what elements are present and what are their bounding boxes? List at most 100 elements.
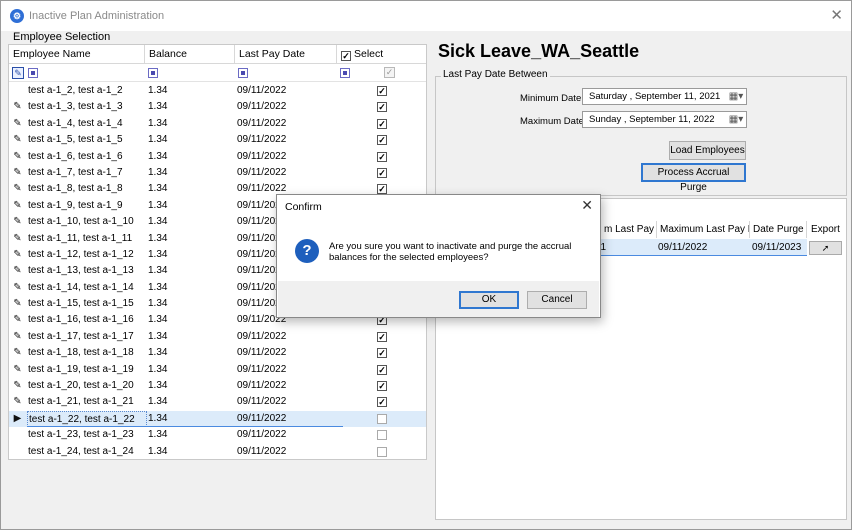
employee-name-cell[interactable]: test a-1_16, test a-1_16 — [27, 312, 147, 328]
table-row[interactable]: ▶ test a-1_22, test a-1_22 1.34 09/11/2022 — [9, 410, 426, 428]
column-header-min-last-pay-date[interactable]: m Last Pay D — [601, 221, 657, 238]
select-checkbox[interactable]: ✓ — [377, 118, 387, 129]
load-employees-button[interactable]: Load Employees — [669, 141, 746, 160]
export-icon[interactable]: ➚ — [809, 241, 842, 255]
last-pay-date-cell[interactable]: 09/11/2022 — [237, 149, 337, 165]
employee-name-cell[interactable]: test a-1_5, test a-1_5 — [27, 132, 147, 148]
balance-cell[interactable]: 1.34 — [148, 296, 238, 312]
select-checkbox[interactable]: ✓ — [377, 348, 387, 359]
balance-cell[interactable]: 1.34 — [148, 394, 238, 410]
filter-select-icon[interactable] — [340, 68, 350, 78]
employee-name-cell[interactable]: test a-1_2, test a-1_2 — [27, 83, 147, 99]
balance-cell[interactable]: 1.34 — [148, 83, 238, 99]
select-checkbox[interactable]: ✓ — [377, 135, 387, 146]
select-checkbox[interactable]: ✓ — [377, 381, 387, 392]
process-accrual-purge-button[interactable]: Process Accrual Purge — [641, 163, 746, 193]
employee-name-cell[interactable]: test a-1_6, test a-1_6 — [27, 149, 147, 165]
column-header-employee-name[interactable]: Employee Name — [9, 45, 145, 64]
table-row[interactable]: test a-1_2, test a-1_2 1.34 09/11/2022 ✓ — [9, 83, 426, 99]
balance-cell[interactable]: 1.34 — [148, 214, 238, 230]
last-pay-date-cell[interactable]: 09/11/2022 — [237, 427, 337, 443]
employee-name-cell[interactable]: test a-1_9, test a-1_9 — [27, 198, 147, 214]
table-row[interactable]: ✎ test a-1_3, test a-1_3 1.34 09/11/2022 ✓ — [9, 99, 426, 115]
employee-name-cell[interactable]: test a-1_23, test a-1_23 — [27, 427, 147, 443]
balance-cell[interactable]: 1.34 — [148, 444, 238, 459]
employee-name-cell[interactable]: test a-1_17, test a-1_17 — [27, 329, 147, 345]
column-header-select[interactable]: ✓ Select — [337, 45, 426, 64]
balance-cell[interactable]: 1.34 — [148, 263, 238, 279]
filter-date-icon[interactable] — [238, 68, 248, 78]
balance-cell[interactable]: 1.34 — [148, 427, 238, 443]
select-checkbox[interactable]: ✓ — [377, 151, 387, 162]
employee-name-cell[interactable]: test a-1_15, test a-1_15 — [27, 296, 147, 312]
table-row[interactable]: ✎ test a-1_17, test a-1_17 1.34 09/11/2022 ✓ — [9, 329, 426, 345]
table-row[interactable]: ✎ test a-1_5, test a-1_5 1.34 09/11/2022 ✓ — [9, 132, 426, 148]
last-pay-date-cell[interactable]: 09/11/2022 — [237, 99, 337, 115]
balance-cell[interactable]: 1.34 — [148, 411, 238, 427]
balance-cell[interactable]: 1.34 — [148, 329, 238, 345]
minimum-date-picker[interactable]: Saturday , September 11, 2021 ▦▾ — [582, 88, 747, 105]
balance-cell[interactable]: 1.34 — [148, 149, 238, 165]
balance-cell[interactable]: 1.34 — [148, 378, 238, 394]
purge-grid-row[interactable]: 21 09/11/2022 09/11/2023 — [591, 239, 807, 256]
select-checkbox[interactable]: ✓ — [377, 397, 387, 408]
balance-cell[interactable]: 1.34 — [148, 231, 238, 247]
column-header-last-pay-date[interactable]: Last Pay Date — [235, 45, 337, 64]
table-row[interactable]: ✎ test a-1_6, test a-1_6 1.34 09/11/2022 ✓ — [9, 149, 426, 165]
table-row[interactable]: ✎ test a-1_20, test a-1_20 1.34 09/11/2022 ✓ — [9, 378, 426, 394]
calendar-dropdown-icon[interactable]: ▦▾ — [728, 90, 744, 103]
table-row[interactable]: test a-1_24, test a-1_24 1.34 09/11/2022 — [9, 444, 426, 459]
select-checkbox[interactable]: ✓ — [377, 167, 387, 178]
last-pay-date-cell[interactable]: 09/11/2022 — [237, 378, 337, 394]
balance-cell[interactable]: 1.34 — [148, 181, 238, 197]
last-pay-date-cell[interactable]: 09/11/2022 — [237, 394, 337, 410]
employee-name-cell[interactable]: test a-1_22, test a-1_22 — [27, 410, 147, 428]
select-checkbox[interactable] — [377, 413, 387, 424]
employee-name-cell[interactable]: test a-1_14, test a-1_14 — [27, 280, 147, 296]
filter-balance-icon[interactable] — [148, 68, 158, 78]
last-pay-date-cell[interactable]: 09/11/2022 — [237, 132, 337, 148]
close-icon[interactable]: ✕ — [581, 197, 593, 214]
close-icon[interactable]: ✕ — [830, 6, 843, 24]
balance-cell[interactable]: 1.34 — [148, 345, 238, 361]
table-row[interactable]: ✎ test a-1_19, test a-1_19 1.34 09/11/2022 ✓ — [9, 362, 426, 378]
employee-name-cell[interactable]: test a-1_20, test a-1_20 — [27, 378, 147, 394]
table-row[interactable]: ✎ test a-1_21, test a-1_21 1.34 09/11/2022 ✓ — [9, 394, 426, 410]
balance-cell[interactable]: 1.34 — [148, 165, 238, 181]
filter-select-checkbox[interactable]: ✓ — [384, 67, 395, 78]
select-checkbox[interactable]: ✓ — [377, 102, 387, 113]
employee-name-cell[interactable]: test a-1_3, test a-1_3 — [27, 99, 147, 115]
select-checkbox[interactable]: ✓ — [377, 364, 387, 375]
filter-name-icon[interactable] — [28, 68, 38, 78]
employee-name-cell[interactable]: test a-1_19, test a-1_19 — [27, 362, 147, 378]
edit-grid-icon[interactable]: ✎ — [12, 67, 24, 79]
employee-name-cell[interactable]: test a-1_4, test a-1_4 — [27, 116, 147, 132]
last-pay-date-cell[interactable]: 09/11/2022 — [237, 411, 337, 427]
employee-name-cell[interactable]: test a-1_7, test a-1_7 — [27, 165, 147, 181]
column-header-export[interactable]: Export — [808, 221, 846, 238]
employee-name-cell[interactable]: test a-1_11, test a-1_11 — [27, 231, 147, 247]
column-header-date-purge[interactable]: Date Purge — [750, 221, 807, 238]
employee-name-cell[interactable]: test a-1_8, test a-1_8 — [27, 181, 147, 197]
cancel-button[interactable]: Cancel — [527, 291, 587, 309]
select-all-checkbox[interactable]: ✓ — [341, 51, 351, 61]
balance-cell[interactable]: 1.34 — [148, 99, 238, 115]
employee-name-cell[interactable]: test a-1_18, test a-1_18 — [27, 345, 147, 361]
select-checkbox[interactable] — [377, 446, 387, 457]
balance-cell[interactable]: 1.34 — [148, 247, 238, 263]
balance-cell[interactable]: 1.34 — [148, 312, 238, 328]
select-checkbox[interactable]: ✓ — [377, 331, 387, 342]
balance-cell[interactable]: 1.34 — [148, 198, 238, 214]
table-row[interactable]: test a-1_23, test a-1_23 1.34 09/11/2022 — [9, 427, 426, 443]
employee-name-cell[interactable]: test a-1_13, test a-1_13 — [27, 263, 147, 279]
column-header-balance[interactable]: Balance — [145, 45, 235, 64]
last-pay-date-cell[interactable]: 09/11/2022 — [237, 362, 337, 378]
maximum-date-picker[interactable]: Sunday , September 11, 2022 ▦▾ — [582, 111, 747, 128]
column-header-max-last-pay-date[interactable]: Maximum Last Pay D — [657, 221, 750, 238]
last-pay-date-cell[interactable]: 09/11/2022 — [237, 83, 337, 99]
balance-cell[interactable]: 1.34 — [148, 132, 238, 148]
balance-cell[interactable]: 1.34 — [148, 116, 238, 132]
last-pay-date-cell[interactable]: 09/11/2022 — [237, 444, 337, 459]
balance-cell[interactable]: 1.34 — [148, 280, 238, 296]
ok-button[interactable]: OK — [459, 291, 519, 309]
